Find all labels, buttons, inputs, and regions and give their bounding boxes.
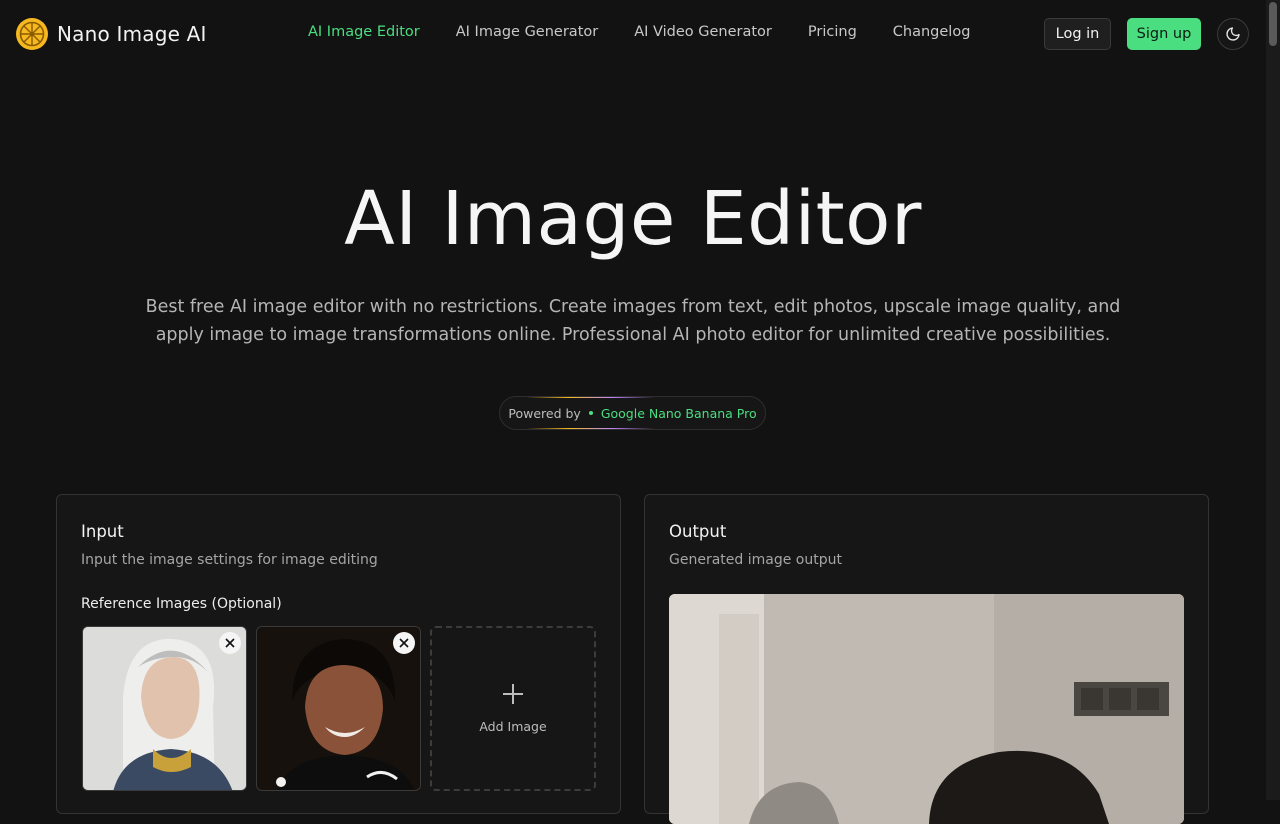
add-image-label: Add Image — [479, 719, 547, 734]
nav-ai-image-editor[interactable]: AI Image Editor — [308, 24, 420, 40]
hero-description: Best free AI image editor with no restri… — [145, 297, 1121, 345]
generated-image-content — [669, 594, 1184, 824]
close-icon — [399, 638, 409, 648]
add-image-button[interactable]: Add Image — [430, 626, 596, 791]
main-nav: AI Image Editor AI Image Generator AI Vi… — [308, 24, 1006, 40]
input-panel: Input Input the image settings for image… — [56, 494, 621, 814]
theme-toggle-button[interactable] — [1217, 18, 1249, 50]
powered-by-model: Google Nano Banana Pro — [600, 405, 757, 421]
nav-changelog[interactable]: Changelog — [893, 24, 971, 40]
output-panel-title: Output — [669, 522, 727, 541]
signup-button[interactable]: Sign up — [1127, 18, 1201, 50]
nav-ai-image-generator[interactable]: AI Image Generator — [456, 24, 598, 40]
login-button[interactable]: Log in — [1044, 18, 1111, 50]
output-panel: Output Generated image output — [644, 494, 1209, 824]
generated-image — [669, 594, 1184, 824]
brand-name: Nano Image AI — [57, 22, 207, 46]
site-header: Nano Image AI AI Image Editor AI Image G… — [0, 0, 1266, 68]
moon-icon — [1226, 27, 1240, 41]
brand[interactable]: Nano Image AI — [16, 18, 207, 50]
remove-image-1-button[interactable] — [219, 632, 241, 654]
nav-ai-video-generator[interactable]: AI Video Generator — [634, 24, 772, 40]
status-dot — [588, 411, 593, 415]
powered-by-label: Powered by — [508, 405, 581, 421]
page-title: AI Image Editor — [344, 176, 922, 262]
reference-image-2[interactable] — [256, 626, 421, 791]
reference-images-label: Reference Images (Optional) — [81, 596, 282, 612]
reference-image-1[interactable] — [82, 626, 247, 791]
plus-icon — [502, 683, 524, 709]
page-scrollbar[interactable] — [1266, 0, 1280, 800]
input-panel-title: Input — [81, 522, 124, 541]
nav-pricing[interactable]: Pricing — [808, 24, 857, 40]
remove-image-2-button[interactable] — [393, 632, 415, 654]
lemon-logo-icon — [16, 18, 48, 50]
input-panel-subtitle: Input the image settings for image editi… — [81, 552, 378, 568]
output-panel-subtitle: Generated image output — [669, 552, 842, 568]
close-icon — [225, 638, 235, 648]
scrollbar-thumb[interactable] — [1269, 2, 1277, 46]
powered-by-badge: Powered by Google Nano Banana Pro — [499, 396, 766, 430]
